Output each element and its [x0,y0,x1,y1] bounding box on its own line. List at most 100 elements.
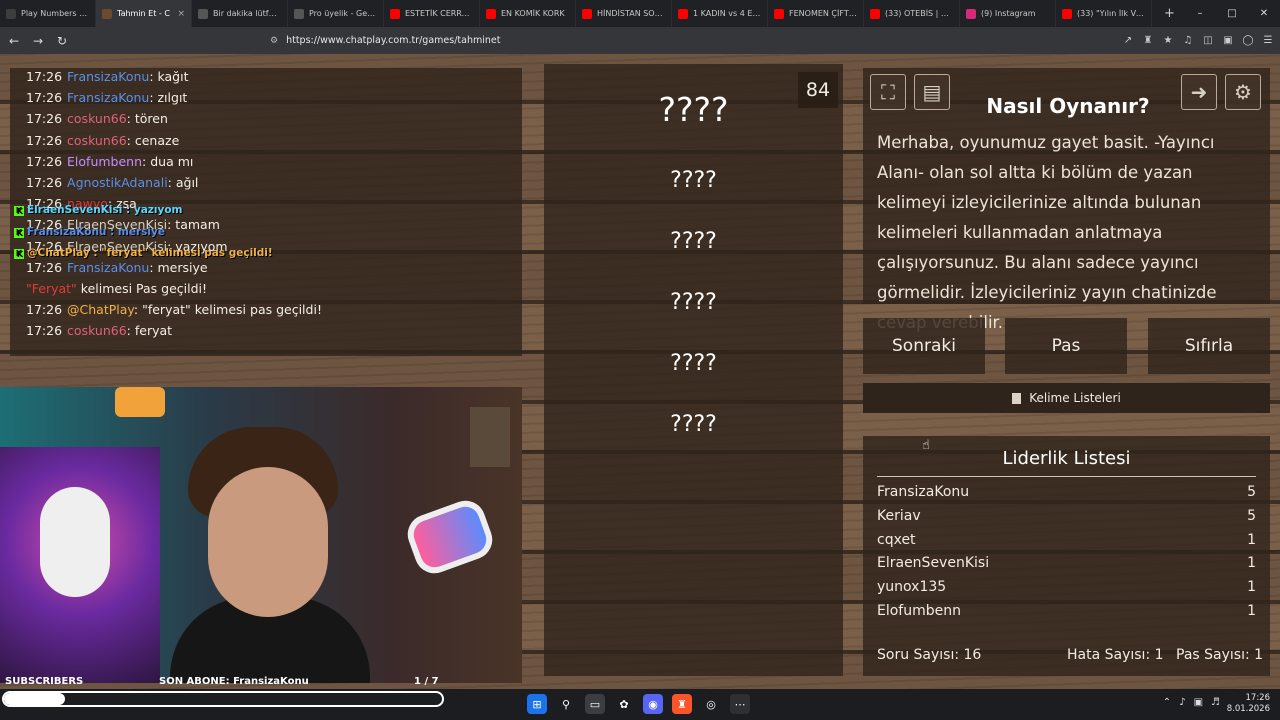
terminal-icon[interactable]: ⋯ [730,694,750,714]
browser-tab[interactable]: Play Numbers | St [0,0,96,27]
wall-frame [470,407,510,467]
tab-favicon-icon [198,8,208,19]
chat-text: : tören [126,111,168,127]
next-button[interactable]: Sonraki [863,318,985,374]
reset-button[interactable]: Sıfırla [1148,318,1270,374]
site-info-icon[interactable]: ⚙ [270,36,278,46]
vpn-icon[interactable]: ◯ [1242,35,1254,46]
chat-text: kelimesi Pas geçildi! [76,281,208,296]
overlay-text: @ChatPlay : "feryat" kelimesi pas geçild… [27,247,273,259]
volume-icon[interactable]: ♬ [1211,697,1220,708]
chat-username: AgnostikAdanali [67,175,168,190]
extensions-icon[interactable]: ★ [1162,35,1174,46]
word-column: 84 ???? ???? ???? ???? ???? ???? [544,64,843,676]
player-name: Elofumbenn [877,603,961,619]
browser-tab[interactable]: Pro üyelik - GeoG [288,0,384,27]
browser-tab[interactable]: 1 KADIN vs 4 ERK [672,0,768,27]
chat-username: coskun66 [67,132,127,148]
music-icon[interactable]: ♫ [1182,35,1194,46]
brave-icon[interactable]: ♜ [672,694,692,714]
share-icon[interactable]: ↗ [1122,35,1134,46]
chat-username: FransizaKonu [67,90,150,106]
new-tab-icon[interactable]: + [1152,6,1187,21]
browser-tab[interactable]: (33) OTEBİS | Mar [864,0,960,27]
chat-username: coskun66 [67,323,127,339]
display-icon[interactable]: ▣ [1194,697,1203,708]
error-count: Hata Sayısı: 1 [1067,647,1164,663]
windows-start-icon[interactable]: ⊞ [527,694,547,714]
gear-icon[interactable]: ⚙ [1225,74,1261,110]
sidebar-icon[interactable]: ◫ [1202,35,1214,46]
discord-icon[interactable]: ◉ [643,694,663,714]
chat-text: : cenaze [126,132,180,148]
microphone-icon[interactable]: ♪ [1179,697,1185,708]
chat-timestamp: 17:26 [26,90,63,106]
browser-tab[interactable]: Bir dakika lütfen... [192,0,288,27]
chat-message: 17:26 AgnostikAdanali: ağıl [26,175,198,190]
chat-username: FransizaKonu [67,259,150,275]
menu-icon[interactable]: ☰ [1262,35,1274,46]
browser-tab[interactable]: HİNDİSTAN SOKA [576,0,672,27]
browser-tab[interactable]: (9) Instagram [960,0,1056,27]
address-bar[interactable]: ⚙ https://www.chatplay.com.tr/games/tahm… [270,31,990,50]
how-to-play-text: Merhaba, oyunumuz gayet basit. -Yayıncı … [877,133,1217,332]
player-score: 1 [1247,531,1256,548]
taskbar-apps: ⊞ ⚲ ▭ ✿ ◉ ♜ ◎ ⋯ [527,694,750,714]
browser-tab[interactable]: ESTETİK CERRAH [384,0,480,27]
chat-text: : feryat [126,323,173,339]
overlay-text: FransizaKonu : mersiye [27,225,165,238]
browser-tab[interactable]: EN KOMİK KORK [480,0,576,27]
browser-tab[interactable]: (33) "Yılın İlk Vide [1056,0,1152,27]
chat-text: : mersiye [149,259,208,275]
wall-poster [0,447,160,683]
chat-text: : ağıl [167,175,199,190]
player-name: cqxet [877,531,916,548]
stream-ticker: SUBSCRIBERS SON ABONE: FransizaKonu 1 / … [0,676,522,689]
tab-title: (33) OTEBİS | Mar [885,9,953,18]
chat-username: @ChatPlay [67,302,134,318]
obs-icon[interactable]: ◎ [701,694,721,714]
chat-message: 17:26 FransizaKonu: zılgıt [26,90,187,105]
tab-title: ESTETİK CERRAH [405,9,473,18]
exit-icon[interactable]: ➜ [1181,74,1217,110]
tab-title: Bir dakika lütfen... [213,9,281,18]
chevron-up-icon[interactable]: ⌃ [1163,697,1171,708]
tab-favicon-icon [6,8,16,19]
chat-text: : tamam [167,217,220,233]
browser-tab[interactable]: Tahmin Et - C × [96,0,192,27]
chatgpt-icon[interactable]: ✿ [614,694,634,714]
browser-tab[interactable]: FENOMEN ÇİFTLE [768,0,864,27]
browser-toolbar: ← → ↻ ⚙ https://www.chatplay.com.tr/game… [0,27,1280,54]
pass-button[interactable]: Pas [1005,318,1127,374]
player-name: FransizaKonu [877,484,970,500]
search-icon[interactable]: ⚲ [556,694,576,714]
chat-text: : kağıt [149,69,189,84]
notes-icon[interactable]: ▤ [914,74,950,110]
forward-icon[interactable]: → [28,34,48,48]
file-explorer-icon[interactable]: ▭ [585,694,605,714]
close-tab-icon[interactable]: × [177,9,185,19]
taskbar: ⊞ ⚲ ▭ ✿ ◉ ♜ ◎ ⋯ ⌃ ♪ ▣ ♬ 17:26 8.01.2026 [0,689,1280,720]
minimize-icon[interactable]: – [1184,8,1216,19]
microphone [402,495,498,579]
stream-progress-bar [2,691,444,707]
system-tray: ⌃ ♪ ▣ ♬ [1163,697,1220,708]
fullscreen-icon[interactable]: ⛶ [870,74,906,110]
tab-title: Play Numbers | St [21,9,89,18]
system-clock[interactable]: 17:26 8.01.2026 [1227,693,1270,715]
chat-message: 17:26 FransizaKonu: mersiye [26,260,208,275]
overlay-chat-message: K ElraenSevenKisi : yazıyom [14,204,183,216]
wallet-icon[interactable]: ▣ [1222,35,1234,46]
back-icon[interactable]: ← [4,34,24,48]
chat-timestamp: 17:26 [26,323,63,339]
close-window-icon[interactable]: ✕ [1248,8,1280,19]
brave-shield-icon[interactable]: ♜ [1142,35,1154,46]
player-score: 5 [1247,507,1256,524]
word-lists-button[interactable]: Kelime Listeleri [863,383,1270,413]
maximize-icon[interactable]: □ [1216,8,1248,19]
chat-text: : "feryat" kelimesi pas geçildi! [133,302,322,318]
reload-icon[interactable]: ↻ [52,34,72,48]
chat-message: "Feryat" kelimesi Pas geçildi! [26,281,207,296]
tab-title: Pro üyelik - GeoG [309,9,377,18]
how-to-play-title: Nasıl Oynanır? [986,94,1150,118]
